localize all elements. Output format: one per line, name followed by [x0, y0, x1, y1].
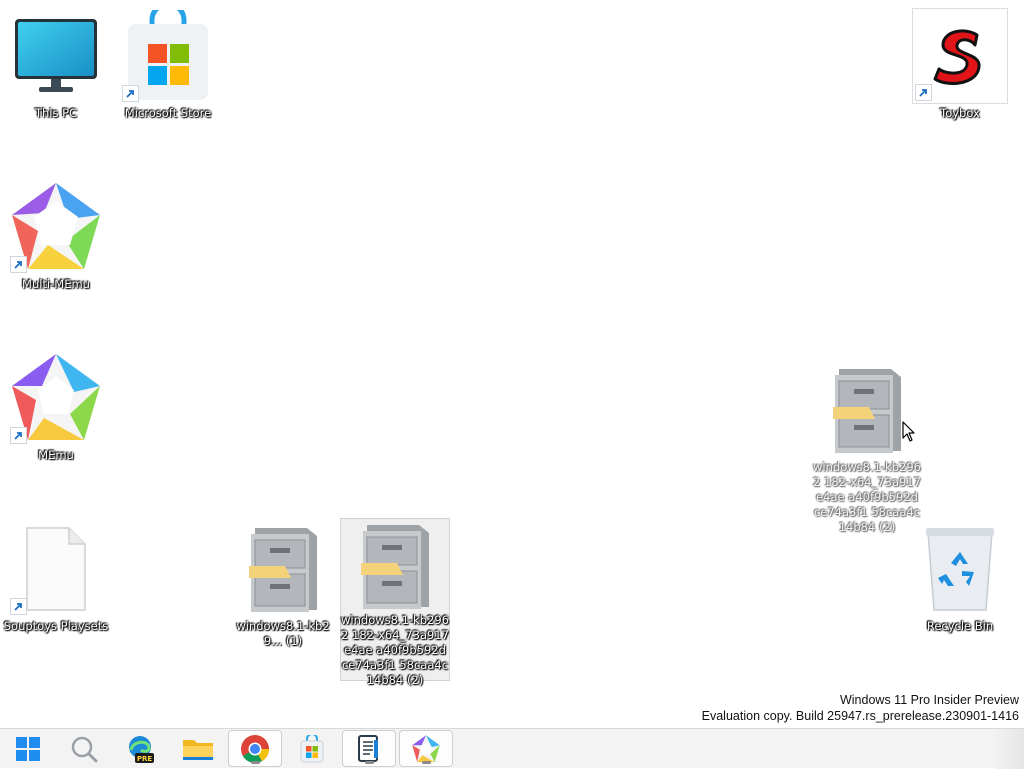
desktop-icon-windows81-kb2962182-1[interactable]: windows8.1-kb29... (1) [228, 519, 338, 649]
desktop-icon-souptoys-playsets[interactable]: Souptoys Playsets [1, 519, 111, 634]
desktop-icon-this-pc[interactable]: This PC [1, 6, 111, 121]
toybox-icon [912, 8, 1008, 104]
mouse-cursor-icon [902, 421, 915, 442]
desktop-icon-label: Multi-MEmu [22, 277, 90, 291]
shortcut-arrow-icon [915, 84, 932, 101]
search-button[interactable] [57, 730, 111, 767]
search-icon [71, 736, 98, 762]
microsoft-store-icon [300, 734, 324, 762]
file-cabinet-icon [819, 362, 915, 458]
shortcut-arrow-icon [10, 427, 27, 444]
desktop-icon-label: windows8.1-kb29... (1) [236, 619, 330, 648]
desktop-icon-label: Toybox [940, 106, 980, 120]
start-button[interactable] [1, 730, 55, 767]
desktop-icon-multi-memu[interactable]: Multi-MEmu [1, 177, 111, 292]
taskbar-chrome[interactable] [228, 730, 282, 767]
desktop-icon-recycle-bin[interactable]: Recycle Bin [905, 519, 1015, 634]
evaluation-watermark: Windows 11 Pro Insider Preview Evaluatio… [702, 692, 1019, 724]
desktop-icon-windows81-kb2962182-2[interactable]: windows8.1-kb2962 182-x64_73a917e4ae a40… [340, 518, 450, 687]
multi-memu-icon [8, 179, 104, 275]
desktop-icon-label: MEmu [38, 448, 74, 462]
watermark-line-build: Evaluation copy. Build 25947.rs_prerelea… [701, 709, 1019, 723]
svg-text:PRE: PRE [137, 755, 153, 763]
file-cabinet-icon [235, 521, 331, 617]
taskbar: PRE [0, 728, 1024, 769]
desktop-icon-label: windows8.1-kb2962 182-x64_73a917e4ae a40… [341, 613, 449, 687]
desktop-icon-label: This PC [34, 106, 78, 120]
monitor-icon [8, 8, 104, 104]
notepad-icon [358, 734, 378, 762]
show-desktop-button[interactable] [994, 729, 1024, 769]
running-indicator [365, 761, 374, 764]
taskbar-edge-preview[interactable]: PRE [113, 730, 167, 767]
shortcut-arrow-icon [10, 256, 27, 273]
taskbar-memu[interactable] [399, 730, 453, 767]
edge-preview-icon: PRE [129, 735, 154, 763]
desktop-icon-microsoft-store[interactable]: Microsoft Store [113, 6, 223, 121]
chrome-icon [241, 734, 269, 763]
desktop-icon-label: Recycle Bin [926, 619, 994, 633]
memu-icon [8, 350, 104, 446]
desktop-icon-memu[interactable]: MEmu [1, 348, 111, 463]
desktop-icon-windows81-kb2962182-dragging[interactable]: windows8.1-kb2962 182-x64_73a917e4ae a40… [812, 360, 922, 535]
microsoft-store-icon [120, 8, 216, 104]
desktop-icon-toybox[interactable]: Toybox [905, 6, 1015, 121]
taskbar-file-explorer[interactable] [171, 730, 225, 767]
taskbar-notepad[interactable] [342, 730, 396, 767]
running-indicator [422, 761, 431, 764]
desktop-icon-label: Microsoft Store [124, 106, 212, 120]
shortcut-arrow-icon [122, 85, 139, 102]
recycle-bin-icon [912, 521, 1008, 617]
watermark-line-edition: Windows 11 Pro Insider Preview [839, 693, 1019, 707]
memu-icon [412, 734, 440, 762]
running-indicator [251, 761, 260, 764]
file-explorer-icon [183, 739, 213, 760]
desktop[interactable]: This PC Microsoft Store Toybox Multi-MEm… [0, 0, 1024, 728]
taskbar-microsoft-store[interactable] [285, 730, 339, 767]
desktop-icon-label: Souptoys Playsets [3, 619, 109, 633]
start-icon [16, 736, 40, 761]
document-icon [8, 521, 104, 617]
shortcut-arrow-icon [10, 598, 27, 615]
file-cabinet-icon [347, 521, 443, 611]
